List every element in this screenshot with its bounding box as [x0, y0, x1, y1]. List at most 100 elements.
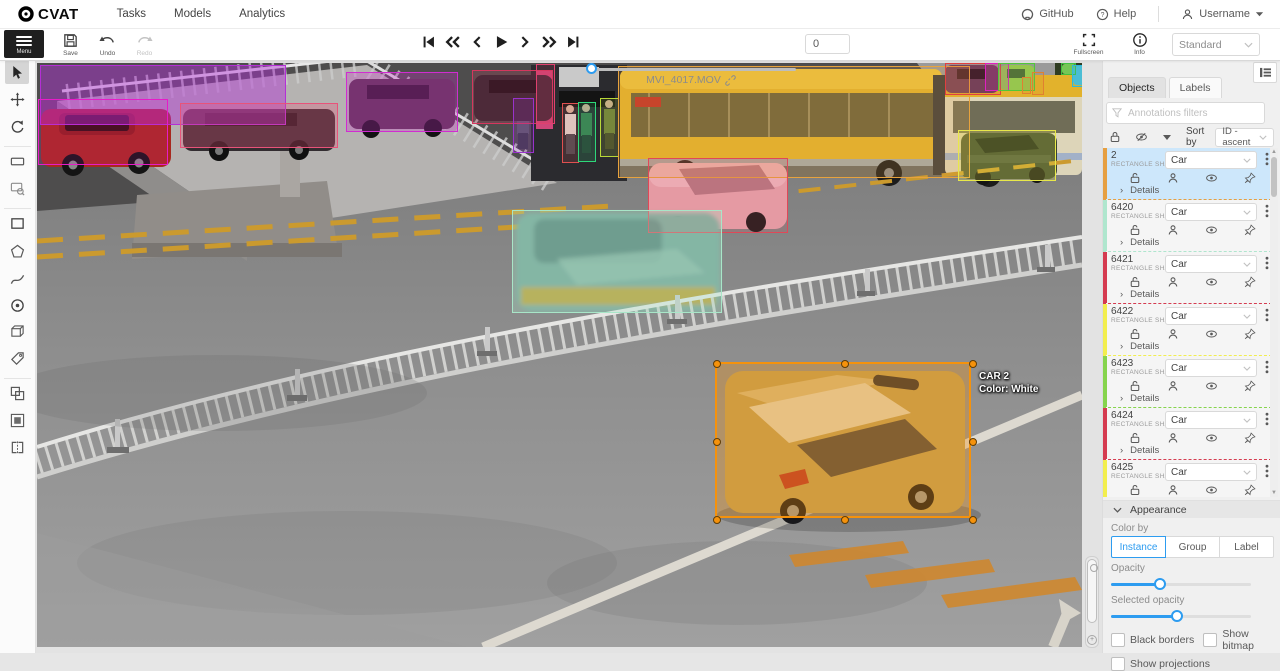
occluded-icon[interactable] — [1167, 432, 1179, 444]
object-actions-icon[interactable] — [1265, 412, 1269, 426]
link-icon[interactable] — [725, 75, 736, 86]
previous-frame-button[interactable] — [466, 31, 487, 53]
annotation-box[interactable] — [562, 103, 579, 163]
first-frame-button[interactable] — [418, 31, 439, 53]
frame-number-input[interactable] — [805, 34, 850, 54]
object-actions-icon[interactable] — [1265, 308, 1269, 322]
object-details-toggle[interactable]: ›Details — [1120, 185, 1159, 196]
workspace-select[interactable]: Standard — [1172, 33, 1260, 56]
object-actions-icon[interactable] — [1265, 204, 1269, 218]
resize-handle[interactable] — [969, 438, 977, 446]
occluded-icon[interactable] — [1167, 276, 1179, 288]
sort-select[interactable]: ID - ascent — [1215, 128, 1274, 147]
resize-handle[interactable] — [841, 360, 849, 368]
annotation-box[interactable] — [513, 98, 534, 153]
lock-icon[interactable] — [1129, 380, 1141, 392]
annotations-filter[interactable] — [1106, 102, 1265, 124]
object-item-2[interactable]: 2 RECTANGLE SHAPE Car ›Details — [1103, 148, 1272, 200]
annotation-box[interactable] — [578, 102, 596, 162]
object-label-select[interactable]: Car — [1165, 151, 1257, 169]
backward-button[interactable] — [442, 31, 463, 53]
color-by-instance-button[interactable]: Instance — [1111, 536, 1166, 558]
resize-handle[interactable] — [713, 516, 721, 524]
resize-handle[interactable] — [969, 516, 977, 524]
sidebar-collapse-button[interactable] — [1253, 62, 1277, 83]
undo-button[interactable]: Undo — [89, 30, 126, 57]
tool-fit-image[interactable] — [5, 149, 29, 173]
annotations-filter-input[interactable] — [1126, 107, 1259, 120]
tool-draw-points[interactable] — [5, 293, 29, 317]
menu-button[interactable]: Menu — [4, 30, 44, 58]
pin-icon[interactable] — [1244, 328, 1256, 340]
tool-move[interactable] — [5, 87, 29, 111]
eye-icon[interactable] — [1205, 432, 1218, 444]
eye-icon[interactable] — [1205, 276, 1218, 288]
annotation-box[interactable] — [346, 72, 458, 132]
pin-icon[interactable] — [1244, 224, 1256, 236]
object-details-toggle[interactable]: ›Details — [1120, 289, 1159, 300]
nav-analytics[interactable]: Analytics — [239, 8, 285, 20]
annotation-box[interactable] — [600, 98, 619, 157]
tool-setup-tag[interactable] — [5, 346, 29, 370]
object-details-toggle[interactable]: ›Details — [1120, 341, 1159, 352]
opacity-slider[interactable] — [1111, 578, 1251, 590]
object-details-toggle[interactable]: ›Details — [1120, 445, 1159, 456]
canvas-scrollbar-plus[interactable]: + — [1087, 635, 1097, 645]
object-label-select[interactable]: Car — [1165, 359, 1257, 377]
object-actions-icon[interactable] — [1265, 360, 1269, 374]
selected-opacity-slider-handle[interactable] — [1171, 610, 1183, 622]
tool-draw-polygon[interactable] — [5, 239, 29, 263]
help-link[interactable]: ? Help — [1096, 8, 1137, 21]
eye-icon[interactable] — [1205, 380, 1218, 392]
tool-select-region[interactable] — [5, 176, 29, 200]
github-link[interactable]: GitHub — [1021, 8, 1073, 21]
tool-draw-polyline[interactable] — [5, 267, 29, 291]
fullscreen-button[interactable]: Fullscreen — [1070, 30, 1107, 56]
object-item-6422[interactable]: 6422 RECTANGLE SHAPE Car ›Details — [1103, 304, 1272, 356]
resize-handle[interactable] — [841, 516, 849, 524]
resize-handle[interactable] — [713, 360, 721, 368]
redo-button[interactable]: Redo — [126, 30, 163, 57]
tab-labels[interactable]: Labels — [1169, 77, 1222, 98]
video-frame[interactable]: CAR 2 Color: White — [37, 63, 1082, 647]
annotation-box[interactable] — [536, 64, 555, 124]
selected-opacity-slider[interactable] — [1111, 610, 1251, 622]
object-label-select[interactable]: Car — [1165, 203, 1257, 221]
eye-icon[interactable] — [1205, 224, 1218, 236]
lock-icon[interactable] — [1129, 484, 1141, 496]
object-actions-icon[interactable] — [1265, 152, 1269, 166]
object-item-6424[interactable]: 6424 RECTANGLE SHAPE Car ›Details — [1103, 408, 1272, 460]
object-actions-icon[interactable] — [1265, 464, 1269, 478]
pin-icon[interactable] — [1244, 432, 1256, 444]
info-button[interactable]: Info — [1121, 30, 1158, 56]
lock-icon[interactable] — [1129, 276, 1141, 288]
object-item-6425[interactable]: 6425 RECTANGLE SHAPE Car ›Details — [1103, 460, 1272, 497]
tool-rotate[interactable] — [5, 114, 29, 138]
tool-merge[interactable] — [5, 381, 29, 405]
object-item-6421[interactable]: 6421 RECTANGLE SHAPE Car ›Details — [1103, 252, 1272, 304]
lock-all-icon[interactable] — [1109, 131, 1121, 143]
eye-icon[interactable] — [1205, 484, 1218, 496]
tool-group[interactable] — [5, 408, 29, 432]
scroll-down-icon[interactable]: ▼ — [1270, 490, 1278, 496]
annotation-box[interactable] — [1072, 65, 1082, 87]
last-frame-button[interactable] — [562, 31, 583, 53]
annotation-box[interactable] — [512, 210, 722, 313]
pin-icon[interactable] — [1244, 172, 1256, 184]
expand-all-icon[interactable] — [1162, 134, 1172, 141]
eye-icon[interactable] — [1205, 172, 1218, 184]
selected-annotation-box[interactable] — [715, 362, 971, 518]
pin-icon[interactable] — [1244, 484, 1256, 496]
resize-handle[interactable] — [713, 438, 721, 446]
color-by-label-button[interactable]: Label — [1219, 536, 1274, 558]
lock-icon[interactable] — [1129, 172, 1141, 184]
annotation-box[interactable] — [1022, 77, 1031, 94]
forward-button[interactable] — [538, 31, 559, 53]
save-button[interactable]: Save — [52, 30, 89, 57]
opacity-slider-handle[interactable] — [1154, 578, 1166, 590]
tool-split[interactable] — [5, 435, 29, 459]
occluded-icon[interactable] — [1167, 484, 1179, 496]
occluded-icon[interactable] — [1167, 380, 1179, 392]
tab-objects[interactable]: Objects — [1108, 77, 1166, 98]
cvat-logo[interactable]: CVAT — [18, 6, 79, 23]
